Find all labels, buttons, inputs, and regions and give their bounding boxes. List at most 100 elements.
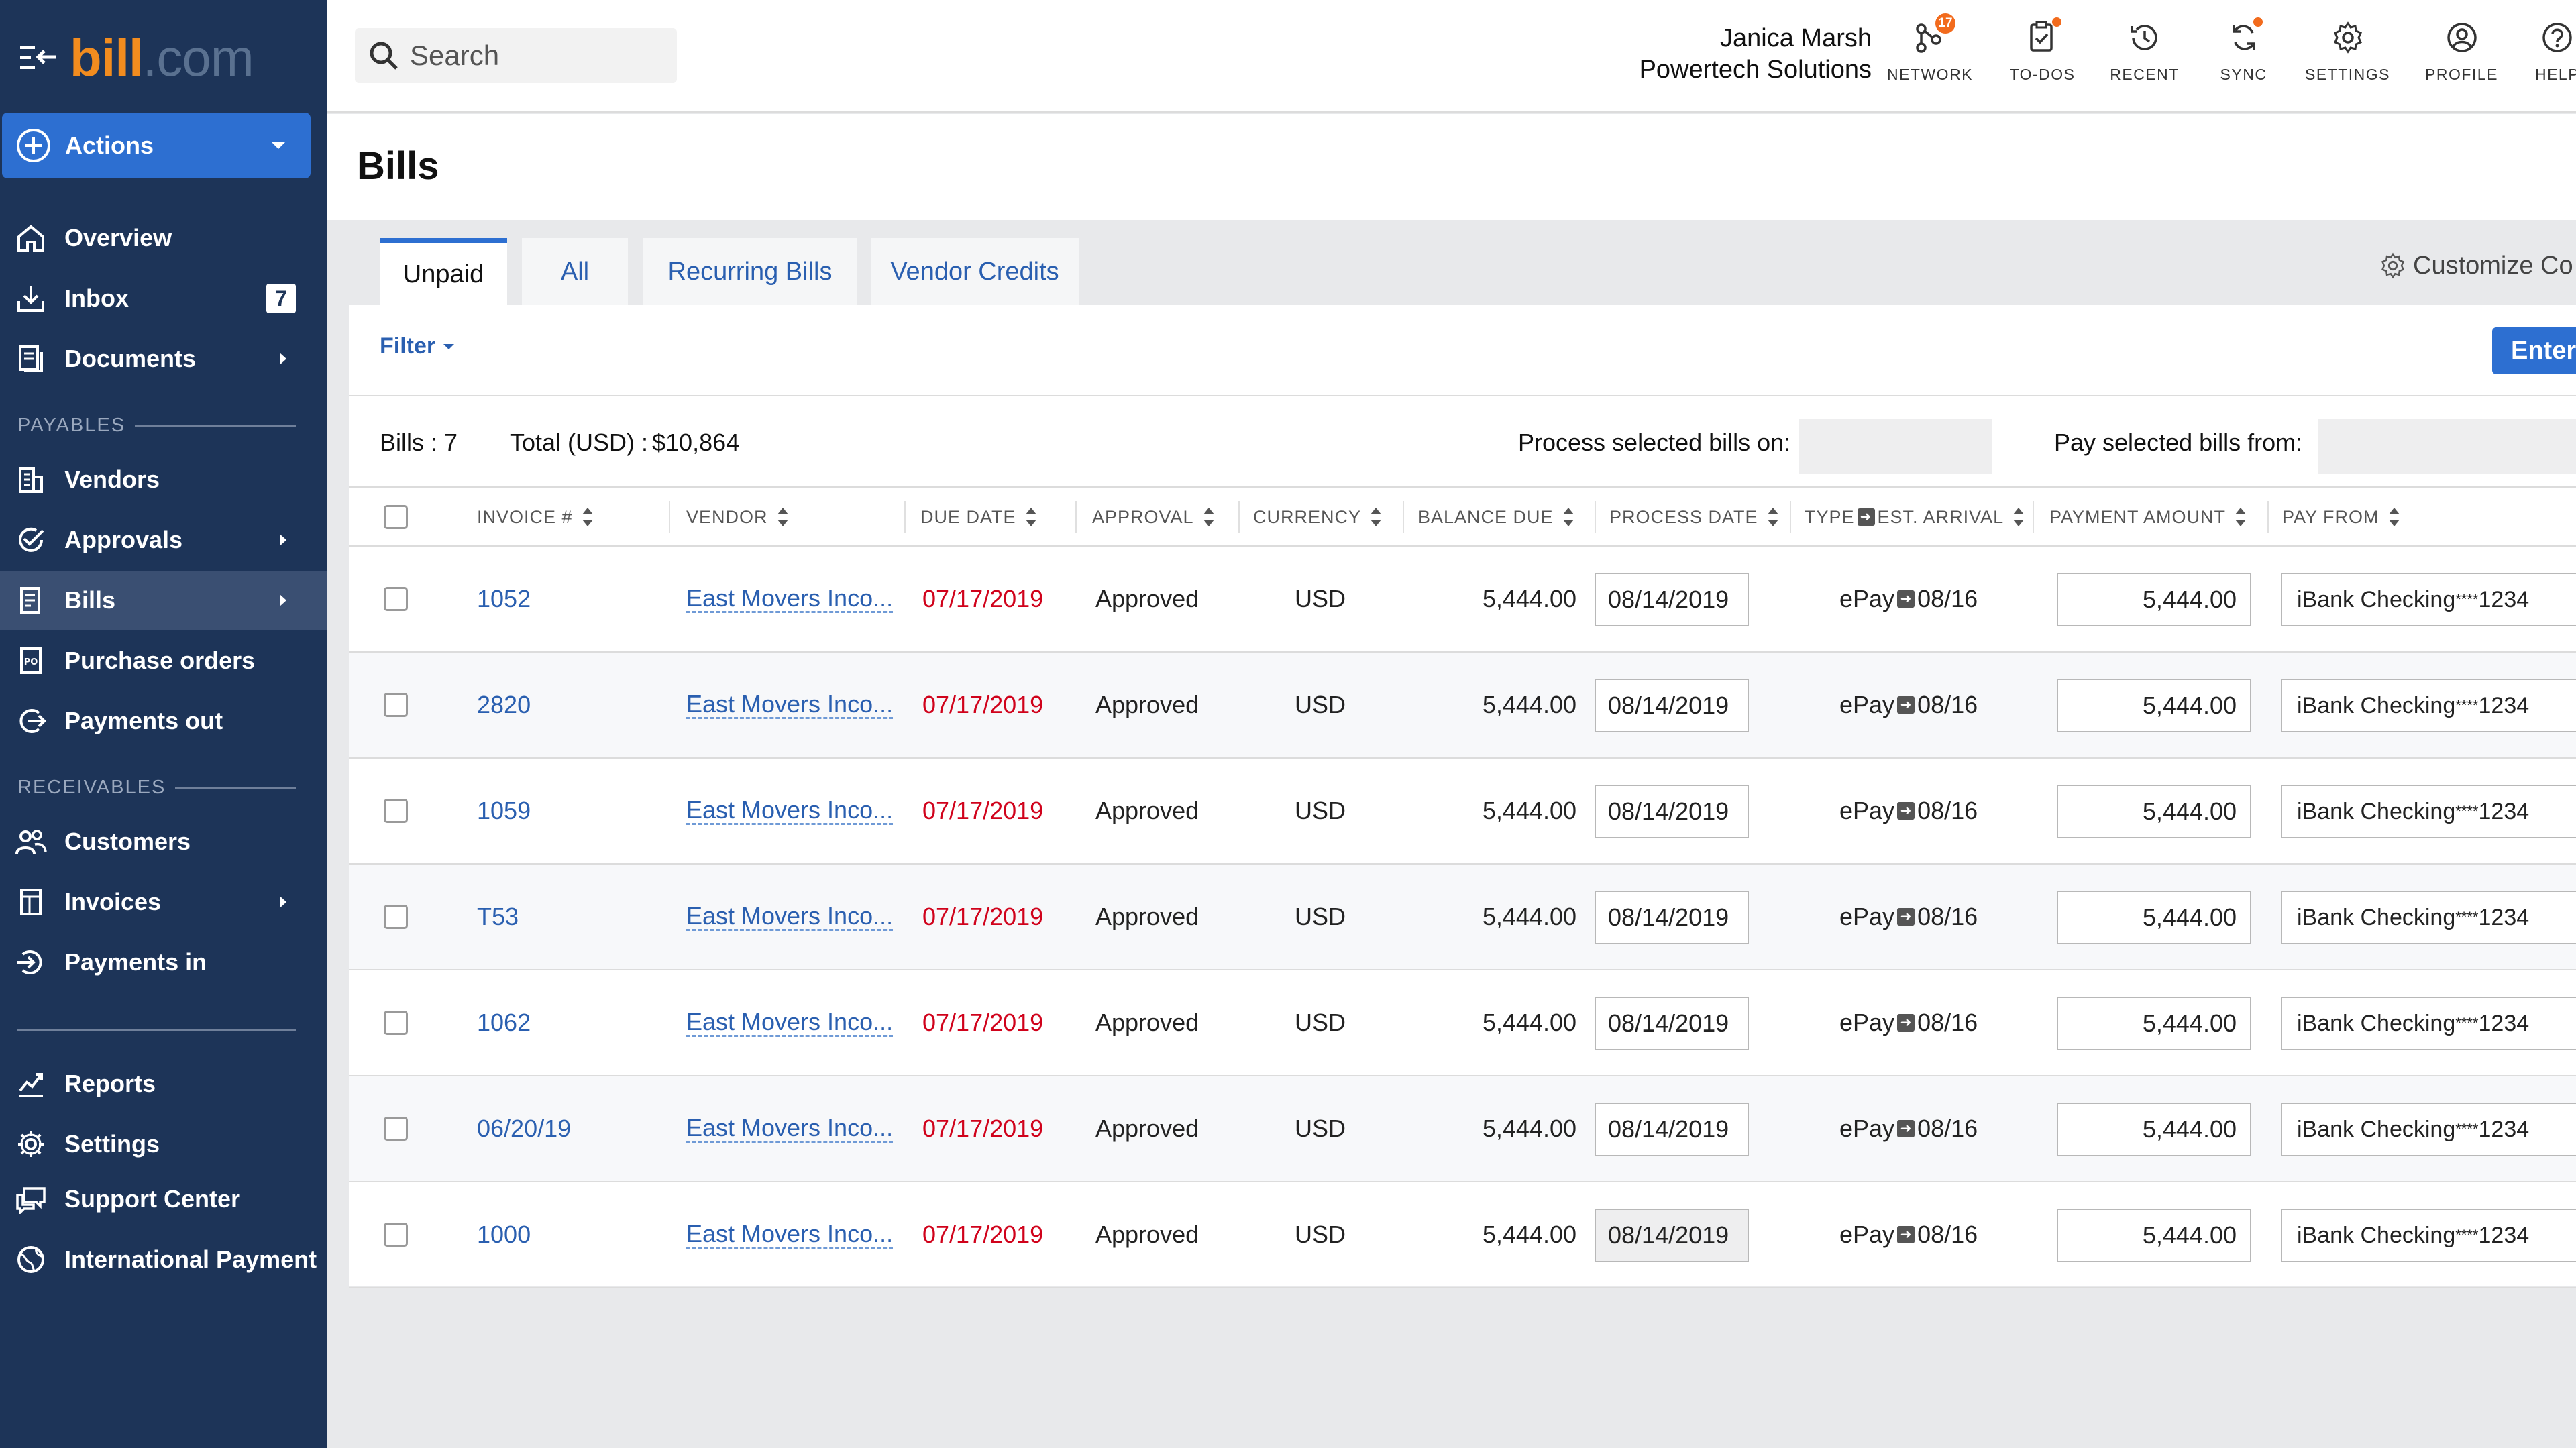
enter-button[interactable]: Enter	[2492, 327, 2576, 374]
sync-button[interactable]: SYNC	[2195, 17, 2292, 84]
sidebar-item-bills[interactable]: Bills	[0, 571, 327, 630]
payment-amount-field[interactable]: 5,444.00	[2057, 573, 2251, 626]
process-date-field[interactable]: 08/14/2019	[1595, 785, 1749, 838]
vendor-link[interactable]: East Movers Inco...	[686, 1009, 894, 1038]
column-separator	[1790, 501, 1791, 533]
help-button[interactable]: HELP	[2520, 17, 2576, 84]
pay-from-dropdown[interactable]: iBank Checking **** 1234	[2281, 1209, 2576, 1262]
sidebar-item-documents[interactable]: Documents	[0, 329, 327, 388]
est-arrival: 08/16	[1917, 1009, 1978, 1036]
column-currency[interactable]: CURRENCY	[1253, 488, 1382, 547]
todos-button[interactable]: TO-DOS	[1990, 17, 2094, 84]
summary-row: Bills : 7 Total (USD) : $10,864 Process …	[349, 396, 2576, 488]
payment-amount-field[interactable]: 5,444.00	[2057, 785, 2251, 838]
payment-amount-field[interactable]: 5,444.00	[2057, 1103, 2251, 1156]
invoice-number[interactable]: 2820	[477, 653, 531, 757]
vendor-link[interactable]: East Movers Inco...	[686, 585, 894, 614]
payment-amount-field[interactable]: 5,444.00	[2057, 997, 2251, 1050]
tab-all[interactable]: All	[522, 238, 628, 305]
profile-button[interactable]: PROFILE	[2403, 17, 2520, 84]
payment-type: ePay	[1839, 691, 1895, 718]
search-box[interactable]	[355, 28, 677, 83]
type-arrival-cell: ePay ➜ 08/16	[1839, 1076, 1978, 1181]
user-block[interactable]: Janica Marsh Powertech Solutions	[1640, 24, 1872, 85]
actions-button[interactable]: Actions	[2, 113, 311, 178]
sidebar-item-settings[interactable]: Settings	[0, 1115, 327, 1174]
column-due-date[interactable]: DUE DATE	[920, 488, 1036, 547]
customize-columns-button[interactable]: Customize Co	[2378, 251, 2573, 280]
sidebar-item-payments-out[interactable]: Payments out	[0, 691, 327, 750]
type-arrival-cell: ePay ➜ 08/16	[1839, 970, 1978, 1075]
pay-from-dropdown[interactable]: iBank Checking **** 1234	[2281, 573, 2576, 626]
column-balance-due[interactable]: BALANCE DUE	[1418, 488, 1574, 547]
filter-button[interactable]: Filter	[380, 333, 455, 359]
sidebar-item-overview[interactable]: Overview	[0, 209, 327, 268]
row-checkbox[interactable]	[384, 1223, 408, 1247]
vendor-link[interactable]: East Movers Inco...	[686, 1221, 894, 1249]
collapse-menu-icon[interactable]	[20, 43, 58, 72]
row-checkbox[interactable]	[384, 905, 408, 929]
pay-from-dropdown[interactable]: iBank Checking **** 1234	[2281, 891, 2576, 944]
column-vendor[interactable]: VENDOR	[686, 488, 788, 547]
process-date-field[interactable]: 08/14/2019	[1595, 1209, 1749, 1262]
invoice-number[interactable]: 06/20/19	[477, 1076, 571, 1181]
invoice-number[interactable]: 1059	[477, 759, 531, 863]
pay-from-dropdown[interactable]: iBank Checking **** 1234	[2281, 679, 2576, 732]
column-invoice[interactable]: INVOICE #	[477, 488, 593, 547]
sidebar-item-support-center[interactable]: Support Center	[0, 1170, 327, 1229]
process-date-field[interactable]: 08/14/2019	[1595, 573, 1749, 626]
vendor-link[interactable]: East Movers Inco...	[686, 691, 894, 720]
process-date-field[interactable]: 08/14/2019	[1595, 679, 1749, 732]
actions-label: Actions	[65, 131, 154, 159]
sidebar-item-international-payment[interactable]: International Payment	[0, 1230, 327, 1289]
invoice-number[interactable]: 1052	[477, 547, 531, 651]
invoice-number[interactable]: 1062	[477, 970, 531, 1075]
pay-from-select[interactable]	[2318, 419, 2576, 474]
row-checkbox[interactable]	[384, 693, 408, 717]
help-label: HELP	[2534, 66, 2576, 83]
payment-amount-field[interactable]: 5,444.00	[2057, 891, 2251, 944]
column-payment-amount[interactable]: PAYMENT AMOUNT	[2049, 488, 2247, 547]
vendor-link[interactable]: East Movers Inco...	[686, 903, 894, 932]
vendor-cell: East Movers Inco...	[686, 1076, 894, 1181]
payment-amount-field[interactable]: 5,444.00	[2057, 1209, 2251, 1262]
sidebar-item-vendors[interactable]: Vendors	[0, 450, 327, 509]
sidebar-item-inbox[interactable]: Inbox 7	[0, 269, 327, 328]
select-all-checkbox[interactable]	[384, 505, 408, 529]
row-checkbox[interactable]	[384, 1011, 408, 1035]
vendor-link[interactable]: East Movers Inco...	[686, 797, 894, 826]
process-date-field[interactable]: 08/14/2019	[1595, 997, 1749, 1050]
sidebar-item-purchase-orders[interactable]: PO Purchase orders	[0, 631, 327, 690]
sidebar-item-approvals[interactable]: Approvals	[0, 510, 327, 569]
sidebar-item-invoices[interactable]: Invoices	[0, 873, 327, 932]
process-date-field[interactable]: 08/14/2019	[1595, 891, 1749, 944]
process-date-input[interactable]	[1799, 419, 1992, 474]
settings-button[interactable]: SETTINGS	[2292, 17, 2403, 84]
column-approval[interactable]: APPROVAL	[1092, 488, 1214, 547]
column-type-arrival[interactable]: TYPE ➜ EST. ARRIVAL	[1805, 488, 2025, 547]
payment-amount-field[interactable]: 5,444.00	[2057, 679, 2251, 732]
network-button[interactable]: 17 NETWORK	[1870, 13, 1990, 84]
sidebar-item-payments-in[interactable]: Payments in	[0, 933, 327, 992]
row-checkbox[interactable]	[384, 587, 408, 611]
sidebar-item-customers[interactable]: Customers	[0, 812, 327, 871]
column-pay-from[interactable]: PAY FROM	[2282, 488, 2400, 547]
caret-down-icon	[272, 142, 285, 149]
pay-from-dropdown[interactable]: iBank Checking **** 1234	[2281, 1103, 2576, 1156]
recent-button[interactable]: RECENT	[2094, 17, 2195, 84]
pay-from-dropdown[interactable]: iBank Checking **** 1234	[2281, 785, 2576, 838]
pay-from-dropdown[interactable]: iBank Checking **** 1234	[2281, 997, 2576, 1050]
column-process-date[interactable]: PROCESS DATE	[1609, 488, 1778, 547]
vendor-link[interactable]: East Movers Inco...	[686, 1115, 894, 1144]
search-input[interactable]	[410, 40, 665, 72]
process-date-field[interactable]: 08/14/2019	[1595, 1103, 1749, 1156]
tab-unpaid[interactable]: Unpaid	[380, 238, 507, 305]
row-checkbox[interactable]	[384, 1117, 408, 1141]
column-separator	[2267, 501, 2269, 533]
tab-vendor-credits[interactable]: Vendor Credits	[871, 238, 1079, 305]
sidebar-item-reports[interactable]: Reports	[0, 1054, 327, 1113]
row-checkbox[interactable]	[384, 799, 408, 823]
tab-recurring-bills[interactable]: Recurring Bills	[643, 238, 857, 305]
invoice-number[interactable]: T53	[477, 865, 519, 969]
invoice-number[interactable]: 1000	[477, 1182, 531, 1287]
